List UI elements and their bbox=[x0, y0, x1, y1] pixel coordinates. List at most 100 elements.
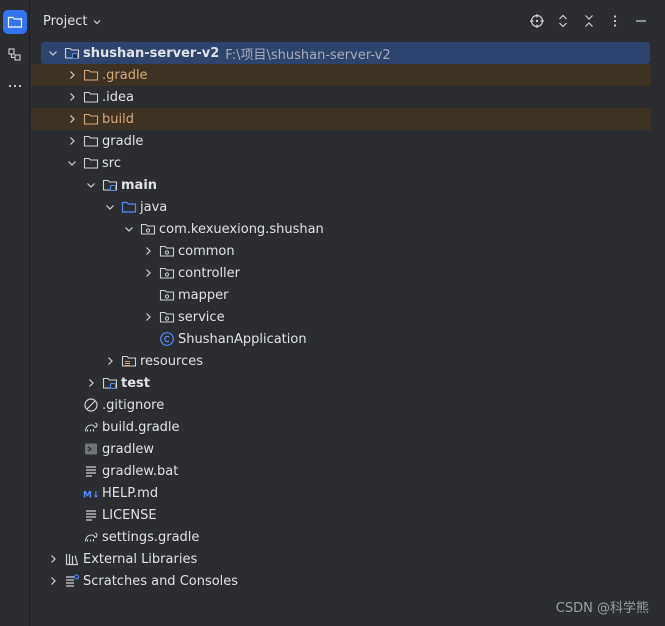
project-tree: shushan-server-v2 F:\项目\shushan-server-v2… bbox=[31, 42, 665, 592]
module-folder-icon bbox=[102, 177, 118, 193]
chevron-down-icon bbox=[94, 19, 101, 24]
package-icon bbox=[159, 243, 175, 259]
chevron-down-icon[interactable] bbox=[102, 199, 118, 215]
tree-node[interactable]: .gradle bbox=[31, 64, 651, 86]
scratches-icon bbox=[64, 573, 80, 589]
watermark: CSDN @科学熊 bbox=[555, 601, 649, 616]
tree-node[interactable]: gradlew.bat bbox=[31, 460, 651, 482]
chevron-right-icon[interactable] bbox=[140, 309, 156, 325]
tool-window-strip bbox=[0, 0, 30, 626]
source-folder-icon bbox=[121, 199, 137, 215]
tree-node[interactable]: common bbox=[31, 240, 651, 262]
chevron-down-icon[interactable] bbox=[83, 177, 99, 193]
chevron-right-icon[interactable] bbox=[64, 111, 80, 127]
tree-node[interactable]: com.kexuexiong.shushan bbox=[31, 218, 651, 240]
collapse-all-button[interactable] bbox=[580, 12, 598, 30]
tree-node[interactable]: service bbox=[31, 306, 651, 328]
structure-tool-button[interactable] bbox=[3, 43, 27, 67]
folder-icon bbox=[83, 89, 99, 105]
chevron-down-icon[interactable] bbox=[121, 221, 137, 237]
chevron-right-icon[interactable] bbox=[102, 353, 118, 369]
tree-node[interactable]: .gitignore bbox=[31, 394, 651, 416]
expand-all-button[interactable] bbox=[554, 12, 572, 30]
chevron-right-icon[interactable] bbox=[64, 89, 80, 105]
tree-node-label: HELP.md bbox=[102, 485, 159, 501]
project-panel: Project shushan-server-v2 F:\项目\shushan-… bbox=[31, 0, 665, 626]
tree-node-label: test bbox=[121, 375, 150, 391]
gradle-icon bbox=[83, 529, 99, 545]
folder-icon bbox=[83, 155, 99, 171]
terminal-file-icon bbox=[83, 441, 99, 457]
tree-node-label: service bbox=[178, 309, 225, 325]
panel-header: Project bbox=[31, 0, 665, 42]
tree-node[interactable]: External Libraries bbox=[31, 548, 651, 570]
tree-node[interactable]: mapper bbox=[31, 284, 651, 306]
tree-node[interactable]: src bbox=[31, 152, 651, 174]
options-button[interactable] bbox=[606, 12, 624, 30]
package-icon bbox=[159, 287, 175, 303]
package-icon bbox=[159, 265, 175, 281]
tree-node-label: main bbox=[121, 177, 158, 193]
tree-node-label: gradlew bbox=[102, 441, 155, 457]
chevron-down-icon[interactable] bbox=[64, 155, 80, 171]
tree-node-label: common bbox=[178, 243, 235, 259]
tree-node[interactable]: gradlew bbox=[31, 438, 651, 460]
chevron-right-icon[interactable] bbox=[83, 375, 99, 391]
tree-node[interactable]: .idea bbox=[31, 86, 651, 108]
more-vertical-icon bbox=[613, 15, 617, 27]
chevron-right-icon[interactable] bbox=[140, 265, 156, 281]
tree-node[interactable]: build bbox=[31, 108, 651, 130]
tree-node-label: .idea bbox=[102, 89, 134, 105]
folder-orange-icon bbox=[83, 67, 99, 83]
chevron-right-icon[interactable] bbox=[140, 243, 156, 259]
tree-node-label: External Libraries bbox=[83, 551, 198, 567]
text-file-icon bbox=[83, 507, 99, 523]
tree-node[interactable]: java bbox=[31, 196, 651, 218]
panel-title[interactable]: Project bbox=[43, 14, 103, 29]
locate-button[interactable] bbox=[528, 12, 546, 30]
tree-node-label: gradle bbox=[102, 133, 144, 149]
chevron-right-icon[interactable] bbox=[64, 67, 80, 83]
collapse-icon bbox=[585, 15, 593, 27]
module-folder-icon bbox=[64, 45, 80, 61]
more-tools-button[interactable] bbox=[3, 74, 27, 98]
chevron-right-icon[interactable] bbox=[45, 573, 61, 589]
tree-node-label: src bbox=[102, 155, 121, 171]
chevron-down-icon[interactable] bbox=[45, 45, 61, 61]
project-tool-button[interactable] bbox=[3, 10, 27, 34]
tree-node[interactable]: gradle bbox=[31, 130, 651, 152]
libraries-icon bbox=[64, 551, 80, 567]
class-icon bbox=[159, 331, 175, 347]
folder-icon bbox=[7, 16, 23, 28]
tree-node[interactable]: Scratches and Consoles bbox=[31, 570, 651, 592]
tree-node[interactable]: test bbox=[31, 372, 651, 394]
tree-node[interactable]: LICENSE bbox=[31, 504, 651, 526]
tree-node-label: LICENSE bbox=[102, 507, 157, 523]
tree-node[interactable]: shushan-server-v2 F:\项目\shushan-server-v2 bbox=[41, 42, 650, 64]
panel-title-label: Project bbox=[43, 14, 88, 29]
tree-node[interactable]: M↓ HELP.md bbox=[31, 482, 651, 504]
expand-icon bbox=[559, 14, 567, 28]
tree-node-label: .gitignore bbox=[102, 397, 165, 413]
tree-node[interactable]: build.gradle bbox=[31, 416, 651, 438]
project-path: F:\项目\shushan-server-v2 bbox=[225, 47, 391, 63]
tree-node[interactable]: main bbox=[31, 174, 651, 196]
chevron-right-icon[interactable] bbox=[64, 133, 80, 149]
more-horizontal-icon bbox=[8, 84, 22, 88]
tree-node[interactable]: ShushanApplication bbox=[31, 328, 651, 350]
crosshair-icon bbox=[530, 14, 544, 28]
hide-button[interactable] bbox=[632, 12, 650, 30]
tree-node-label: build bbox=[102, 111, 134, 127]
tree-node[interactable]: settings.gradle bbox=[31, 526, 651, 548]
tree-node[interactable]: resources bbox=[31, 350, 651, 372]
tree-node-label: shushan-server-v2 bbox=[83, 45, 220, 61]
chevron-right-icon[interactable] bbox=[45, 551, 61, 567]
tree-node-label: build.gradle bbox=[102, 419, 180, 435]
tree-node[interactable]: controller bbox=[31, 262, 651, 284]
